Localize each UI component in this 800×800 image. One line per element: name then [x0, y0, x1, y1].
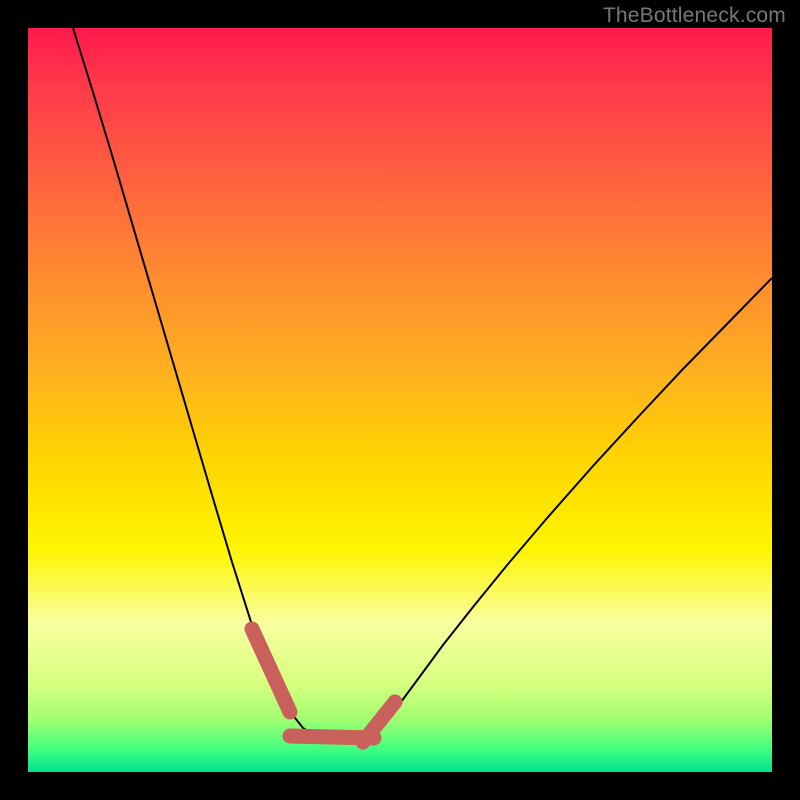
chart-frame: TheBottleneck.com: [0, 0, 800, 800]
curve-left-path: [73, 28, 303, 728]
overlay-mark-1: [252, 629, 290, 712]
watermark-text: TheBottleneck.com: [603, 4, 786, 28]
curve-layer: [28, 28, 772, 772]
curve-right-path: [373, 278, 772, 734]
plot-area: [28, 28, 772, 772]
